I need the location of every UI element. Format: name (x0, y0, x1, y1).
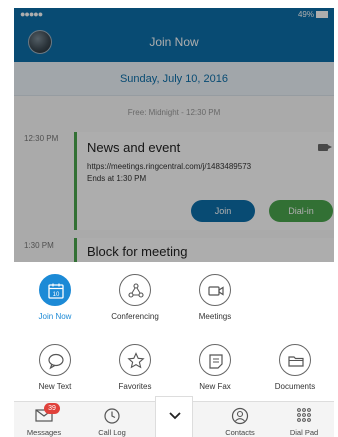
new-fax-icon-circle (199, 344, 231, 376)
new-text-label: New Text (38, 382, 72, 391)
tab-label: Call Log (98, 428, 126, 437)
tab-label: Messages (26, 428, 62, 437)
tab-dial-pad[interactable]: Dial Pad (274, 402, 334, 437)
meetings-icon-circle (199, 274, 231, 306)
chevron-down-icon (169, 412, 181, 420)
calendar-date-number: 10 (53, 292, 60, 298)
clock-icon (104, 408, 120, 424)
tab-label: Contacts (225, 428, 255, 437)
video-camera-icon (208, 286, 224, 296)
star-icon (127, 352, 145, 369)
documents-action[interactable]: Documents (260, 344, 330, 391)
join-now-icon-circle: 10 (39, 274, 71, 306)
folder-icon (288, 356, 304, 367)
conferencing-icon-circle (119, 274, 151, 306)
dial-pad-icon (297, 408, 311, 422)
favorites-label: Favorites (118, 382, 152, 391)
new-fax-action[interactable]: New Fax (180, 344, 250, 391)
device-screen: ●●●●● 49% Join Now Sunday, July 10, 2016… (14, 8, 334, 437)
meetings-action[interactable]: Meetings (180, 274, 250, 321)
contact-icon (231, 407, 249, 425)
collapse-sheet-button[interactable] (155, 396, 193, 437)
chat-bubble-icon (48, 353, 64, 370)
conferencing-label: Conferencing (111, 312, 159, 321)
fax-icon (209, 354, 223, 369)
favorites-action[interactable]: Favorites (100, 344, 170, 391)
tab-contacts[interactable]: Contacts (210, 402, 270, 437)
new-text-icon-circle (39, 344, 71, 376)
tab-label: Dial Pad (289, 428, 319, 437)
favorites-icon-circle (119, 344, 151, 376)
meetings-label: Meetings (198, 312, 232, 321)
join-now-label: Join Now (38, 312, 72, 321)
unread-badge: 39 (44, 403, 60, 414)
documents-label: Documents (274, 382, 316, 391)
join-now-action[interactable]: 10 Join Now (20, 274, 90, 321)
tab-call-log[interactable]: Call Log (82, 402, 142, 437)
quick-action-sheet: 10 Join Now Conferencing Meetings New Te… (14, 262, 334, 402)
documents-icon-circle (279, 344, 311, 376)
bottom-tab-bar: 39 Messages Call Log Contacts Dial Pad (14, 396, 334, 437)
conferencing-icon (128, 283, 144, 298)
tab-messages[interactable]: 39 Messages (14, 402, 74, 437)
calendar-icon: 10 (48, 283, 64, 299)
new-fax-label: New Fax (199, 382, 231, 391)
conferencing-action[interactable]: Conferencing (100, 274, 170, 321)
new-text-action[interactable]: New Text (20, 344, 90, 391)
